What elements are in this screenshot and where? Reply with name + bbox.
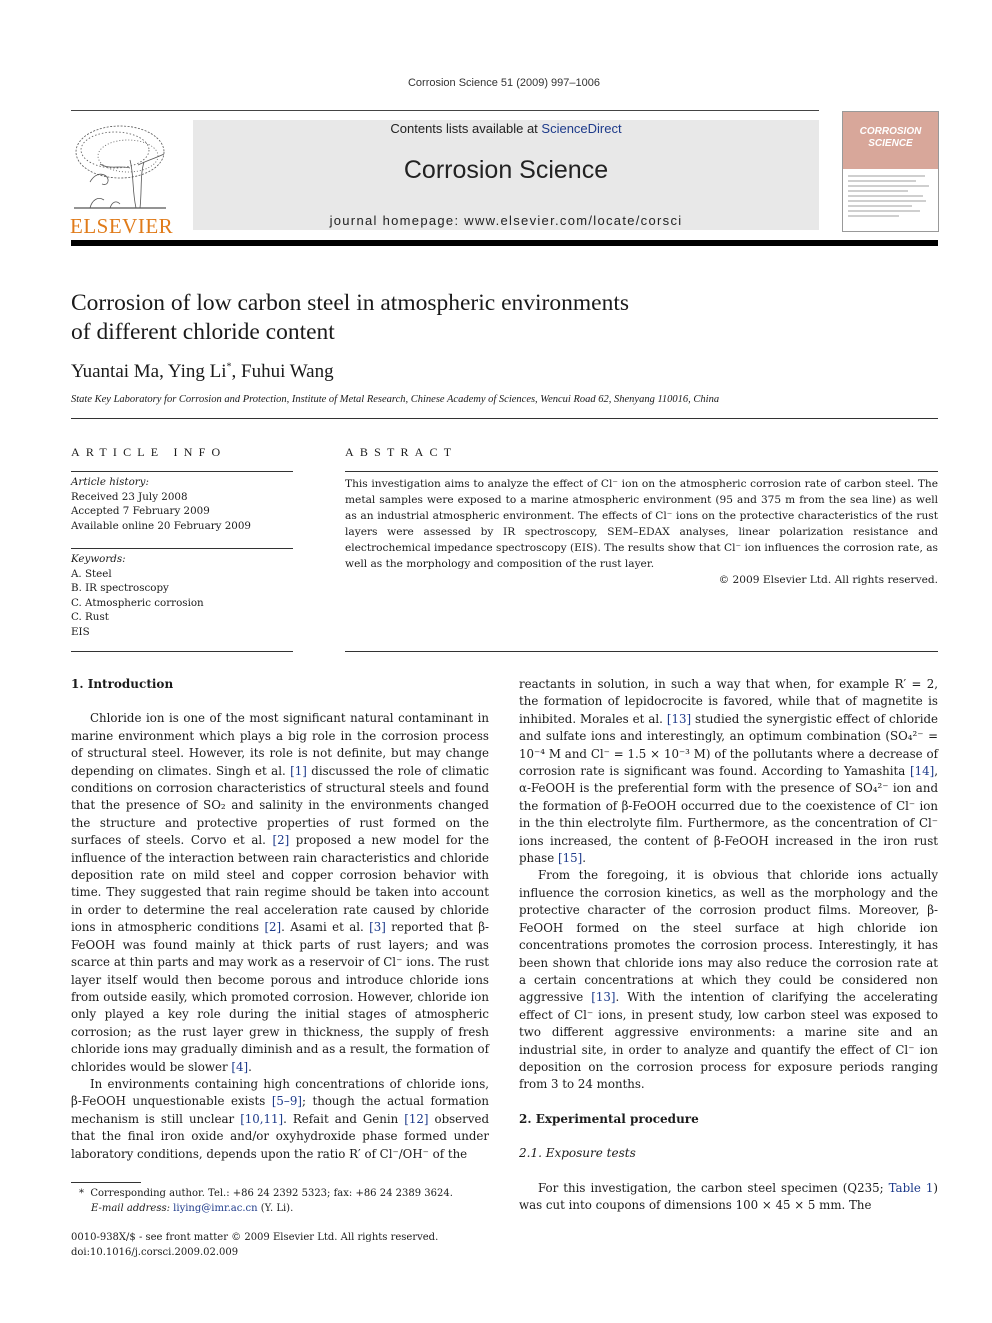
citation-link[interactable]: [1] — [290, 764, 307, 778]
abstract-copyright: © 2009 Elsevier Ltd. All rights reserved… — [718, 574, 938, 586]
author[interactable]: Yuantai Ma — [71, 361, 159, 382]
section-heading-experimental: 2. Experimental procedure — [519, 1111, 699, 1126]
front-matter: 0010-938X/$ - see front matter © 2009 El… — [71, 1230, 438, 1260]
subsection-heading-exposure: 2.1. Exposure tests — [519, 1146, 636, 1161]
citation-link[interactable]: [3] — [369, 920, 386, 934]
cover-contents-lines — [843, 169, 938, 226]
elsevier-logo[interactable]: ELSEVIER — [70, 120, 173, 237]
citation-link[interactable]: [4] — [231, 1060, 248, 1074]
citation-link[interactable]: [10,11] — [240, 1112, 283, 1126]
keyword: EIS — [71, 625, 90, 638]
contents-availability: Contents lists available at ScienceDirec… — [193, 121, 819, 136]
abstract: This investigation aims to analyze the e… — [345, 476, 938, 588]
elsevier-tree-icon — [74, 125, 166, 209]
contents-prefix: Contents lists available at — [390, 121, 542, 136]
citation-link[interactable]: [13] — [667, 712, 691, 726]
paragraph: In environments containing high concentr… — [71, 1076, 489, 1161]
history-received: Received 23 July 2008 — [71, 490, 188, 503]
citation-link[interactable]: [14] — [910, 764, 934, 778]
article-info-bottom-rule — [71, 651, 293, 652]
masthead-rule — [71, 240, 938, 246]
keywords: Keywords: A. Steel B. IR spectroscopy C.… — [71, 552, 293, 639]
top-rule — [71, 110, 819, 111]
citation-link[interactable]: [12] — [404, 1112, 428, 1126]
section-heading-introduction: 1. Introduction — [71, 677, 174, 691]
author-list: Yuantai Ma, Ying Li*, Fuhui Wang — [71, 361, 334, 382]
keyword: B. IR spectroscopy — [71, 582, 169, 594]
journal-title[interactable]: Corrosion Science — [193, 156, 819, 185]
journal-banner: Contents lists available at ScienceDirec… — [193, 120, 819, 230]
issn-line: 0010-938X/$ - see front matter © 2009 El… — [71, 1232, 439, 1243]
abstract-bottom-rule — [345, 651, 938, 652]
footnote: * Corresponding author. Tel.: +86 24 239… — [79, 1188, 453, 1214]
journal-homepage[interactable]: journal homepage: www.elsevier.com/locat… — [193, 213, 819, 228]
citation-link[interactable]: [2] — [264, 920, 281, 934]
abstract-heading: ABSTRACT — [345, 445, 458, 459]
article-info-heading: ARTICLE INFO — [71, 445, 227, 459]
footnote-rule — [71, 1182, 141, 1183]
keyword: A. Steel — [71, 567, 112, 580]
doi[interactable]: doi:10.1016/j.corsci.2009.02.009 — [71, 1245, 438, 1260]
body-column-right: reactants in solution, in such a way tha… — [519, 676, 938, 1214]
abstract-rule — [345, 471, 938, 472]
history-accepted: Accepted 7 February 2009 — [71, 505, 210, 517]
body-column-left: 1. Introduction Chloride ion is one of t… — [71, 676, 489, 1163]
affiliation: State Key Laboratory for Corrosion and P… — [71, 394, 720, 405]
journal-cover-thumbnail[interactable]: CORROSION SCIENCE — [842, 111, 939, 232]
footnote-mark: * — [79, 1188, 84, 1199]
sciencedirect-link[interactable]: ScienceDirect — [541, 121, 621, 136]
article-history: Article history: Received 23 July 2008 A… — [71, 475, 293, 533]
paragraph: For this investigation, the carbon steel… — [519, 1180, 938, 1212]
elsevier-wordmark: ELSEVIER — [70, 214, 174, 238]
abstract-text: This investigation aims to analyze the e… — [345, 478, 938, 570]
author[interactable]: Ying Li — [168, 361, 227, 382]
keyword: C. Atmospheric corrosion — [71, 596, 204, 609]
citation-link[interactable]: [5–9] — [272, 1094, 302, 1108]
corresponding-author-note: Corresponding author. Tel.: +86 24 2392 … — [90, 1188, 453, 1199]
keywords-rule — [71, 548, 293, 549]
paragraph-continued: reactants in solution, in such a way tha… — [519, 677, 938, 866]
citation-link[interactable]: [15] — [558, 851, 582, 865]
history-online: Available online 20 February 2009 — [71, 519, 251, 532]
citation-link[interactable]: Table 1 — [889, 1181, 934, 1195]
header-rule — [71, 418, 938, 419]
cover-title: CORROSION SCIENCE — [859, 126, 922, 149]
citation-link[interactable]: [2] — [272, 833, 289, 847]
keyword: C. Rust — [71, 611, 109, 623]
email-link[interactable]: liying@imr.ac.cn — [173, 1203, 257, 1214]
running-head: Corrosion Science 51 (2009) 997–1006 — [407, 77, 601, 89]
article-title: Corrosion of low carbon steel in atmosph… — [71, 290, 629, 345]
article-info-rule — [71, 471, 293, 472]
author[interactable]: Fuhui Wang — [241, 361, 334, 382]
paragraph: Chloride ion is one of the most signific… — [71, 711, 490, 1074]
paragraph: From the foregoing, it is obvious that c… — [519, 868, 938, 1092]
citation-link[interactable]: [13] — [591, 990, 615, 1004]
